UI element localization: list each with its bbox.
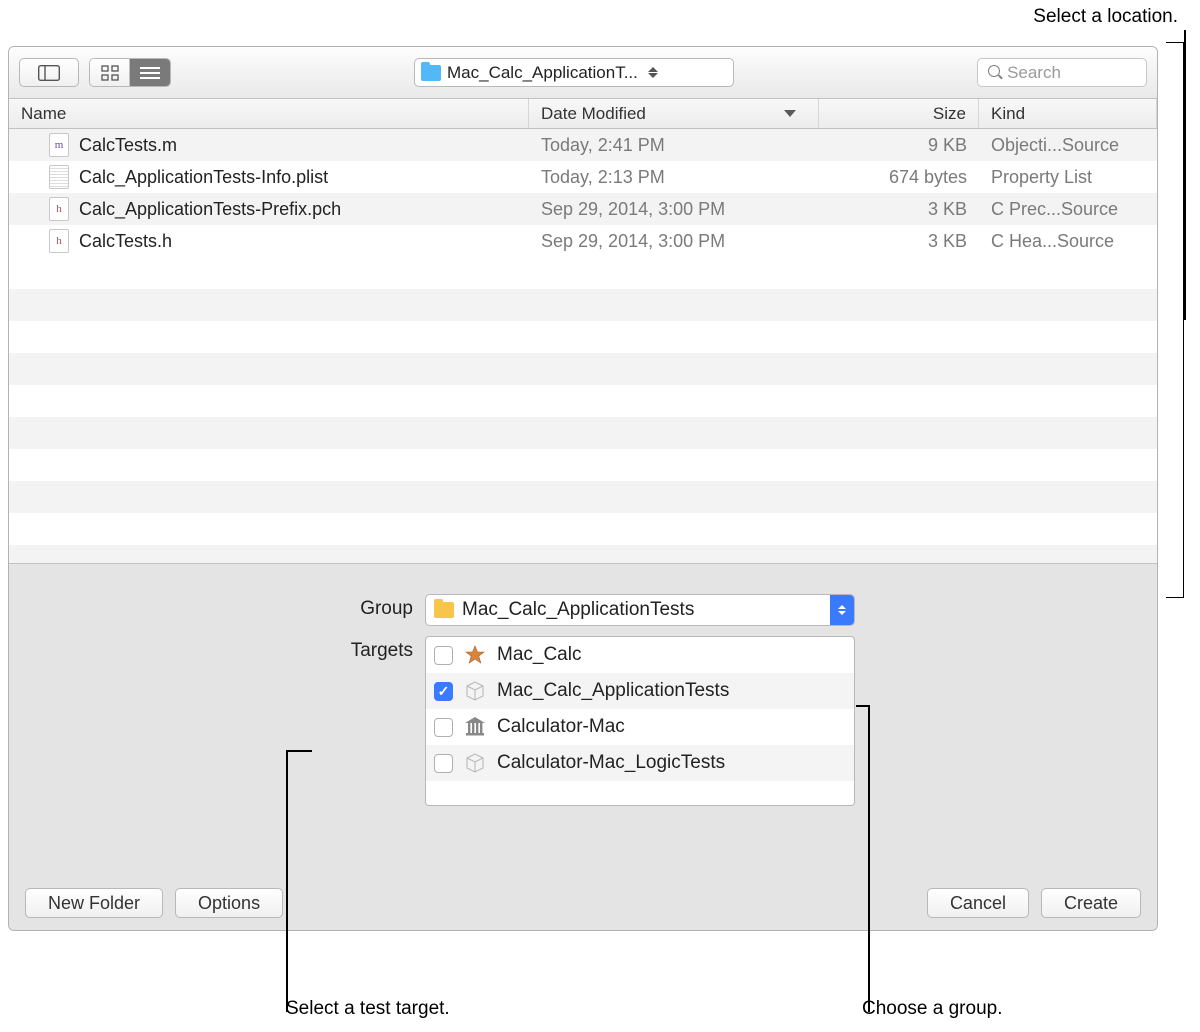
file-kind: C Hea...Source (979, 231, 1157, 252)
file-name: Calc_ApplicationTests-Prefix.pch (79, 199, 341, 220)
targets-empty-row (426, 781, 854, 805)
options-pane: Group Mac_Calc_ApplicationTests Targets … (9, 563, 1157, 930)
path-label: Mac_Calc_ApplicationT... (447, 63, 638, 83)
file-icon: m (49, 133, 69, 157)
sidebar-toggle-button[interactable] (19, 58, 79, 87)
dialog-footer: New Folder Options Cancel Create (25, 888, 1141, 918)
sidebar-icon (38, 65, 60, 81)
target-checkbox[interactable] (434, 682, 453, 701)
target-row[interactable]: Calculator-Mac_LogicTests (426, 745, 854, 781)
callout-bracket-location (1166, 42, 1184, 598)
column-headers: Name Date Modified Size Kind (9, 99, 1157, 129)
folder-icon (434, 602, 454, 618)
annotation-select-target: Select a test target. (286, 998, 450, 1020)
file-name: Calc_ApplicationTests-Info.plist (79, 167, 328, 188)
target-name: Mac_Calc (497, 644, 581, 666)
target-row[interactable]: Calculator-Mac (426, 709, 854, 745)
file-size: 3 KB (819, 199, 979, 220)
grid-icon (101, 65, 119, 81)
file-date: Today, 2:41 PM (529, 135, 819, 156)
targets-label: Targets (25, 636, 425, 662)
new-folder-button[interactable]: New Folder (25, 888, 163, 918)
target-row[interactable]: Mac_Calc (426, 637, 854, 673)
column-header-kind[interactable]: Kind (979, 99, 1157, 128)
file-icon (49, 165, 69, 189)
view-mode-segmented (89, 58, 171, 87)
create-button[interactable]: Create (1041, 888, 1141, 918)
file-size: 9 KB (819, 135, 979, 156)
group-label: Group (25, 594, 425, 620)
search-field[interactable] (977, 58, 1147, 87)
target-icon (463, 679, 487, 703)
group-popup[interactable]: Mac_Calc_ApplicationTests (425, 594, 855, 626)
file-date: Sep 29, 2014, 3:00 PM (529, 231, 819, 252)
dialog-toolbar: Mac_Calc_ApplicationT... (9, 47, 1157, 99)
target-name: Calculator-Mac_LogicTests (497, 752, 725, 774)
view-icon-grid-button[interactable] (90, 59, 130, 86)
view-list-button[interactable] (130, 59, 170, 86)
target-icon (463, 751, 487, 775)
file-icon: h (49, 229, 69, 253)
target-checkbox[interactable] (434, 646, 453, 665)
file-date: Today, 2:13 PM (529, 167, 819, 188)
callout-line-group-v (868, 705, 870, 1012)
list-icon (140, 66, 160, 80)
annotation-choose-group: Choose a group. (862, 998, 1003, 1020)
search-icon (988, 65, 1001, 80)
column-header-name[interactable]: Name (9, 99, 529, 128)
file-size: 3 KB (819, 231, 979, 252)
file-row[interactable]: h Calc_ApplicationTests-Prefix.pch Sep 29,… (9, 193, 1157, 225)
annotation-select-location: Select a location. (1033, 6, 1178, 28)
callout-line-targets-h (286, 750, 312, 752)
file-row[interactable]: h CalcTests.h Sep 29, 2014, 3:00 PM3 KBC H… (9, 225, 1157, 257)
search-input[interactable] (1007, 63, 1136, 83)
targets-row: Targets Mac_Calc Mac_Calc_ApplicationTest… (25, 636, 1141, 806)
targets-list: Mac_Calc Mac_Calc_ApplicationTests Calcula… (425, 636, 855, 806)
column-header-date[interactable]: Date Modified (529, 99, 819, 128)
target-checkbox[interactable] (434, 754, 453, 773)
callout-line-group-h (856, 705, 868, 707)
file-size: 674 bytes (819, 167, 979, 188)
path-popup[interactable]: Mac_Calc_ApplicationT... (414, 58, 734, 87)
file-date: Sep 29, 2014, 3:00 PM (529, 199, 819, 220)
target-checkbox[interactable] (434, 718, 453, 737)
group-value: Mac_Calc_ApplicationTests (462, 599, 694, 621)
file-icon: h (49, 197, 69, 221)
file-kind: C Prec...Source (979, 199, 1157, 220)
group-row: Group Mac_Calc_ApplicationTests (25, 594, 1141, 626)
stepper-icon (830, 595, 854, 625)
file-row[interactable]: m CalcTests.m Today, 2:41 PM9 KBObjecti...… (9, 129, 1157, 161)
target-row[interactable]: Mac_Calc_ApplicationTests (426, 673, 854, 709)
file-list: m CalcTests.m Today, 2:41 PM9 KBObjecti...… (9, 129, 1157, 257)
column-header-size[interactable]: Size (819, 99, 979, 128)
target-name: Calculator-Mac (497, 716, 625, 738)
target-icon (463, 715, 487, 739)
file-row[interactable]: Calc_ApplicationTests-Info.plist Today, 2… (9, 161, 1157, 193)
save-dialog: Mac_Calc_ApplicationT... Name Date Modif… (8, 46, 1158, 931)
options-button[interactable]: Options (175, 888, 283, 918)
file-list-empty-rows (9, 257, 1157, 563)
stepper-icon (648, 67, 658, 78)
cancel-button[interactable]: Cancel (927, 888, 1029, 918)
target-name: Mac_Calc_ApplicationTests (497, 680, 729, 702)
chevron-down-icon (784, 110, 796, 117)
file-kind: Property List (979, 167, 1157, 188)
file-name: CalcTests.h (79, 231, 172, 252)
file-kind: Objecti...Source (979, 135, 1157, 156)
file-name: CalcTests.m (79, 135, 177, 156)
callout-line-location (1184, 30, 1186, 320)
folder-icon (421, 65, 441, 81)
callout-line-targets-v (286, 750, 288, 1012)
target-icon (463, 643, 487, 667)
